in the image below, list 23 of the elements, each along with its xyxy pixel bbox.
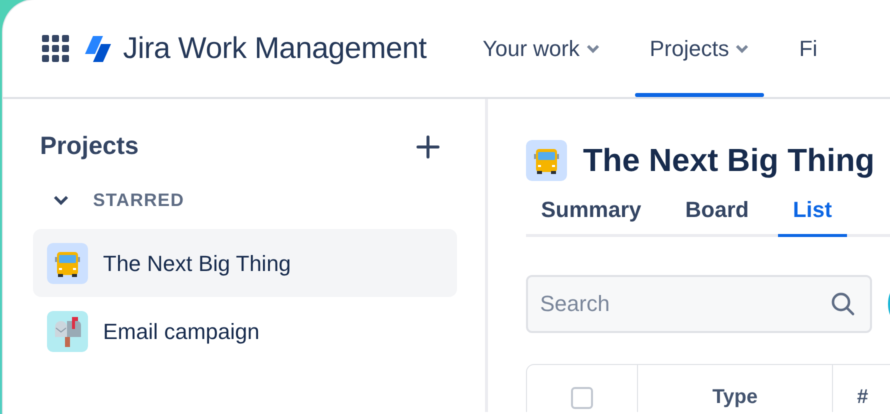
section-label: STARRED bbox=[93, 188, 184, 212]
column-header: Type bbox=[712, 387, 758, 407]
tab[interactable]: Board bbox=[670, 193, 764, 234]
tab[interactable]: Summary bbox=[526, 193, 656, 234]
select-all-checkbox[interactable] bbox=[571, 387, 593, 409]
chevron-icon[interactable] bbox=[53, 194, 69, 206]
search-icon[interactable] bbox=[830, 291, 856, 317]
nav-item[interactable]: Your work bbox=[472, 0, 610, 97]
nav-item[interactable]: Fi bbox=[789, 0, 828, 97]
logo-icon bbox=[83, 36, 111, 62]
project-item[interactable]: The Next Big Thing bbox=[33, 229, 457, 297]
add-icon[interactable] bbox=[416, 135, 440, 159]
mailbox-icon bbox=[47, 310, 88, 352]
bus-icon bbox=[47, 242, 88, 284]
bus-icon bbox=[526, 140, 567, 180]
project-title: The Next Big Thing bbox=[583, 141, 875, 180]
sidebar-title: Projects bbox=[40, 131, 139, 162]
column-header: # bbox=[856, 387, 868, 407]
search-field[interactable]: Search bbox=[526, 275, 872, 333]
app-switcher-icon[interactable] bbox=[41, 34, 71, 64]
project-item[interactable]: Email campaign bbox=[33, 297, 457, 365]
tab[interactable]: List bbox=[778, 193, 847, 234]
app-name: Jira Work Management bbox=[123, 31, 427, 67]
